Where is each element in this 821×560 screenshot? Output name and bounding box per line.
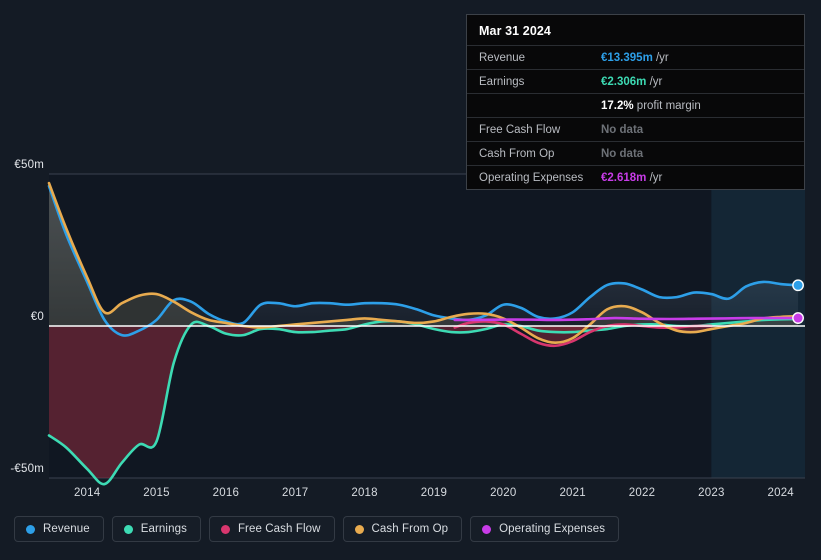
tooltip-date: Mar 31 2024 [479,24,551,38]
x-axis-tick-label: 2023 [698,487,725,499]
tooltip-row-value: No data [601,148,643,160]
chart-page: €50m €0 -€50m 2014 2015 2016 2017 2018 2019 2020… [0,0,821,560]
tooltip-row-amount: €13.395m [601,51,653,64]
x-axis-tick-label: 2014 [73,487,101,499]
data-tooltip: Mar 31 2024 Revenue €13.395m /yr Earnings €… [466,14,805,190]
legend-color-dot [26,524,35,534]
x-axis-tick-label: 2020 [490,487,517,499]
legend-item-label: Free Cash Flow [237,523,321,535]
tooltip-row-label: Cash From Op [479,147,555,160]
legend-color-dot [123,524,133,534]
chart-legend[interactable]: Revenue Earnings Free Cash Flow Cash From O… [14,516,620,542]
x-axis-tick-label: 2015 [143,487,170,499]
endpoint-marker-revenue [792,279,804,292]
tooltip-row-value: €13.395m /yr [601,52,669,64]
legend-item-operating-expenses[interactable]: Operating Expenses [470,516,620,542]
endpoint-marker-operating-expenses [792,312,804,324]
legend-item-label: Cash From Op [371,523,449,535]
legend-color-dot [354,524,364,534]
tooltip-row: Revenue €13.395m /yr [467,45,804,69]
tooltip-row-unit: /yr [646,171,663,184]
legend-color-dot [482,524,492,534]
legend-item-earnings[interactable]: Earnings [111,516,201,542]
tooltip-row-label: Operating Expenses [479,171,584,184]
tooltip-row-unit: profit margin [633,99,701,112]
legend-item-cash-from-op[interactable]: Cash From Op [342,516,463,542]
x-axis-tick-label: 2016 [212,487,240,499]
legend-item-label: Revenue [43,523,90,535]
tooltip-row-unit: /yr [646,75,663,88]
tooltip-row: Cash From Op No data [467,141,804,165]
legend-item-free-cash-flow[interactable]: Free Cash Flow [208,516,335,542]
x-axis-tick-label: 2017 [282,487,309,499]
tooltip-row-amount: €2.306m [601,75,647,88]
tooltip-row-label: Earnings [479,75,525,88]
tooltip-row-value: 17.2% profit margin [601,100,701,112]
tooltip-row-value: €2.306m /yr [601,76,662,88]
tooltip-row: 17.2% profit margin [467,93,804,117]
tooltip-row-amount: €2.618m [601,171,647,184]
tooltip-row: Earnings €2.306m /yr [467,69,804,93]
tooltip-row-label: Free Cash Flow [479,123,561,136]
tooltip-row-value: €2.618m /yr [601,172,662,184]
x-axis-tick-label: 2024 [767,487,794,499]
tooltip-row: Operating Expenses €2.618m /yr [467,165,804,189]
tooltip-row: Free Cash Flow No data [467,117,804,141]
x-axis-tick-label: 2019 [420,487,448,499]
tooltip-row-unit: /yr [652,51,669,64]
legend-color-dot [220,524,230,534]
tooltip-row-amount: 17.2% [601,99,634,112]
legend-item-label: Operating Expenses [499,523,606,535]
legend-item-revenue[interactable]: Revenue [14,516,104,542]
y-axis-tick-label: €0 [30,311,44,323]
y-axis-tick-label: €50m [14,159,44,171]
x-axis-tick-label: 2022 [628,487,656,499]
tooltip-row-value: No data [601,124,643,136]
tooltip-row-label: Revenue [479,51,526,64]
tooltip-rows: Revenue €13.395m /yr Earnings €2.306m /yr 17… [467,45,804,189]
tooltip-row-amount: No data [601,123,644,136]
x-axis-tick-label: 2021 [559,487,586,499]
legend-item-label: Earnings [140,523,187,535]
x-axis-tick-label: 2018 [351,487,378,499]
y-axis-tick-label: -€50m [10,463,44,475]
tooltip-row-amount: No data [601,147,644,160]
